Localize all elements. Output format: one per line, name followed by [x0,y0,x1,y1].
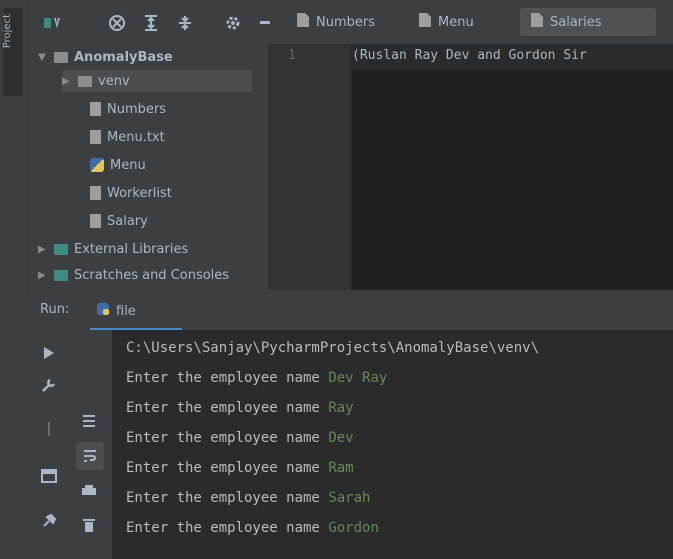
pin-icon[interactable] [38,510,60,532]
console-input: Ray [328,400,354,416]
trash-icon[interactable] [78,514,100,536]
tab-salaries-label: Salaries [550,14,602,30]
layout-icon[interactable] [38,465,60,487]
line-number: 1 [288,48,296,63]
file-icon [90,130,101,144]
console-line: Enter the employee name Gordon [126,520,379,536]
code-line[interactable]: (Ruslan Ray Dev and Gordon Sir [352,48,587,63]
library-icon [54,243,68,255]
console-line: Enter the employee name Dev Ray [126,370,387,386]
tree-item-menu-txt[interactable]: Menu.txt [90,126,165,148]
tree-item-label: AnomalyBase [74,49,173,65]
rerun-icon[interactable] [38,342,60,364]
print-icon[interactable] [78,480,100,502]
run-label: Run: [40,302,70,317]
tab-menu-label: Menu [438,14,474,30]
console-line: Enter the employee name Ray [126,400,354,416]
tree-item-label: Numbers [107,101,166,117]
tree-item-label: Workerlist [107,185,172,201]
console-line: Enter the employee name Sarah [126,490,370,506]
console-prompt: Enter the employee name [126,520,320,536]
tree-item-label: Scratches and Consoles [74,267,230,283]
folder-icon [78,75,92,87]
tab-numbers[interactable]: Numbers [286,8,385,36]
folder-icon [54,51,68,63]
console-input: Gordon [328,520,379,536]
console-line: Enter the employee name Dev [126,430,354,446]
run-tab-file[interactable]: file [90,294,182,330]
tree-item-numbers[interactable]: Numbers [90,98,166,120]
console-prompt: Enter the employee name [126,430,320,446]
tree-item-label: venv [98,73,130,89]
scroll-to-end-icon[interactable] [78,410,100,432]
tree-item-label: Menu [110,157,146,173]
gear-icon[interactable] [224,12,242,34]
console-path-line: C:\Users\Sanjay\PycharmProjects\AnomalyB… [126,340,540,356]
soft-wrap-icon[interactable] [76,442,104,470]
stop-icon[interactable] [38,418,60,440]
chevron-right-icon[interactable]: ▶ [38,244,48,255]
hide-icon[interactable] [258,12,272,34]
layout-icon[interactable] [44,12,62,34]
tree-item-menu-py[interactable]: Menu [90,154,146,176]
console-prompt: Enter the employee name [126,490,320,506]
project-tree: ▼ AnomalyBase ▶ venv Numbers Menu.txt Me… [28,44,292,290]
chevron-right-icon[interactable]: ▶ [62,76,72,87]
run-tab-label: file [116,303,136,319]
editor-text-area[interactable] [352,70,673,290]
tree-item-salary[interactable]: Salary [90,210,148,232]
file-icon [90,186,101,200]
file-icon [530,12,544,32]
python-file-icon [90,158,104,172]
file-icon [90,214,101,228]
console-input: Ram [328,460,354,476]
target-icon[interactable] [108,12,126,34]
python-run-icon [96,302,110,320]
tree-item-external-libraries[interactable]: ▶ External Libraries [38,238,188,260]
project-tool-tab-label: Project [2,14,13,49]
wrench-icon[interactable] [38,374,60,396]
chevron-right-icon[interactable]: ▶ [38,270,48,281]
tree-item-workerlist[interactable]: Workerlist [90,182,172,204]
expand-all-icon[interactable] [142,12,160,34]
console-input: Dev Ray [328,370,388,386]
file-icon [90,102,101,116]
console-prompt: Enter the employee name [126,400,320,416]
console-prompt: Enter the employee name [126,370,320,386]
tree-item-scratches[interactable]: ▶ Scratches and Consoles [38,264,229,286]
chevron-down-icon[interactable]: ▼ [38,52,48,63]
file-icon [418,12,432,32]
tree-item-anomalybase[interactable]: ▼ AnomalyBase [38,46,173,68]
tab-salaries[interactable]: Salaries [520,8,656,36]
tree-item-venv[interactable]: ▶ venv [62,70,252,92]
tab-menu[interactable]: Menu [408,8,484,36]
tab-numbers-label: Numbers [316,14,375,30]
console-input: Dev [328,430,354,446]
console-prompt: Enter the employee name [126,460,320,476]
console-input: Sarah [328,490,371,506]
tree-item-label: External Libraries [74,241,189,257]
collapse-all-icon[interactable] [176,12,194,34]
editor-gutter [268,44,350,290]
file-icon [296,12,310,32]
console-line: Enter the employee name Ram [126,460,354,476]
tree-item-label: Salary [107,213,148,229]
tree-item-label: Menu.txt [107,129,165,145]
scratches-icon [54,269,68,281]
